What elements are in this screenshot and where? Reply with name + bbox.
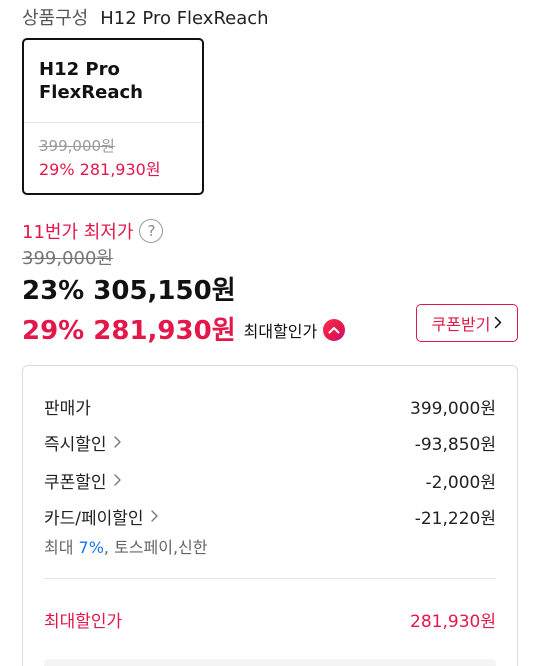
max-discount-price: 29% 281,930원 [22, 316, 236, 346]
breakdown-total-label: 최대할인가 [44, 611, 123, 632]
breakdown-row-selling-price: 판매가 399,000원 [44, 394, 496, 419]
breakdown-row-max-discount: 최대할인가 281,930원 [44, 607, 496, 632]
product-composition: 상품구성 H12 Pro FlexReach [22, 4, 269, 29]
breakdown-value: -2,000원 [425, 472, 496, 493]
breakdown-label: 즉시할인 [44, 434, 107, 455]
card-discount-rate: 7% [78, 538, 104, 557]
breakdown-value: -21,220원 [414, 508, 496, 529]
option-card-original-price: 399,000원 [39, 137, 115, 155]
option-card-divider [24, 122, 202, 123]
composition-value: H12 Pro FlexReach [100, 8, 269, 29]
breakdown-total-value: 281,930원 [410, 611, 496, 632]
question-circle-icon[interactable]: ? [139, 219, 164, 243]
current-price: 23% 305,150원 [22, 276, 236, 306]
card-discount-partners: , 토스페이,신한 [103, 538, 208, 557]
coupon-button-label: 쿠폰받기 [431, 315, 491, 334]
chevron-right-icon [494, 314, 502, 333]
composition-label: 상품구성 [22, 8, 89, 29]
chevron-right-icon [113, 471, 121, 490]
max-discount-row: 29% 281,930원 최대할인가 [22, 310, 346, 347]
coupon-download-button[interactable]: 쿠폰받기 [416, 304, 518, 342]
lowest-price-row: 11번가 최저가 ? [22, 218, 164, 244]
breakdown-row-instant-discount[interactable]: 즉시할인 -93,850원 [44, 430, 496, 455]
breakdown-row-card-pay-discount[interactable]: 카드/페이할인 -21,220원 [44, 504, 496, 529]
breakdown-label: 쿠폰할인 [44, 472, 107, 493]
card-discount-detail: 최대 7%, 토스페이,신한 [44, 534, 208, 558]
card-discount-prefix: 최대 [44, 538, 79, 557]
option-card-h12-pro-flexreach[interactable]: H12 Pro FlexReach 399,000원 29% 281,930원 [22, 38, 204, 195]
price-breakdown-panel: 판매가 399,000원 즉시할인 -93,850원 쿠폰할인 -2,000원 … [22, 365, 518, 666]
breakdown-label-group: 쿠폰할인 [44, 468, 121, 493]
breakdown-value: -93,850원 [414, 434, 496, 455]
breakdown-value: 399,000원 [410, 398, 496, 419]
lowest-price-label: 11번가 최저가 [22, 222, 134, 243]
breakdown-label-group: 카드/페이할인 [44, 504, 158, 529]
breakdown-divider [44, 578, 496, 579]
chevron-up-badge-icon[interactable] [323, 318, 346, 341]
breakdown-label-group: 즉시할인 [44, 430, 121, 455]
max-discount-label: 최대할인가 [243, 322, 318, 341]
breakdown-label: 판매가 [44, 398, 91, 419]
breakdown-label: 카드/페이할인 [44, 508, 144, 529]
option-card-sale-price: 29% 281,930원 [39, 160, 161, 179]
option-card-name: H12 Pro FlexReach [39, 59, 143, 103]
breakdown-row-coupon-discount[interactable]: 쿠폰할인 -2,000원 [44, 468, 496, 493]
chevron-right-icon [113, 433, 121, 452]
chevron-right-icon [150, 507, 158, 526]
breakdown-footer-box [44, 659, 496, 666]
original-price: 399,000원 [22, 248, 113, 269]
